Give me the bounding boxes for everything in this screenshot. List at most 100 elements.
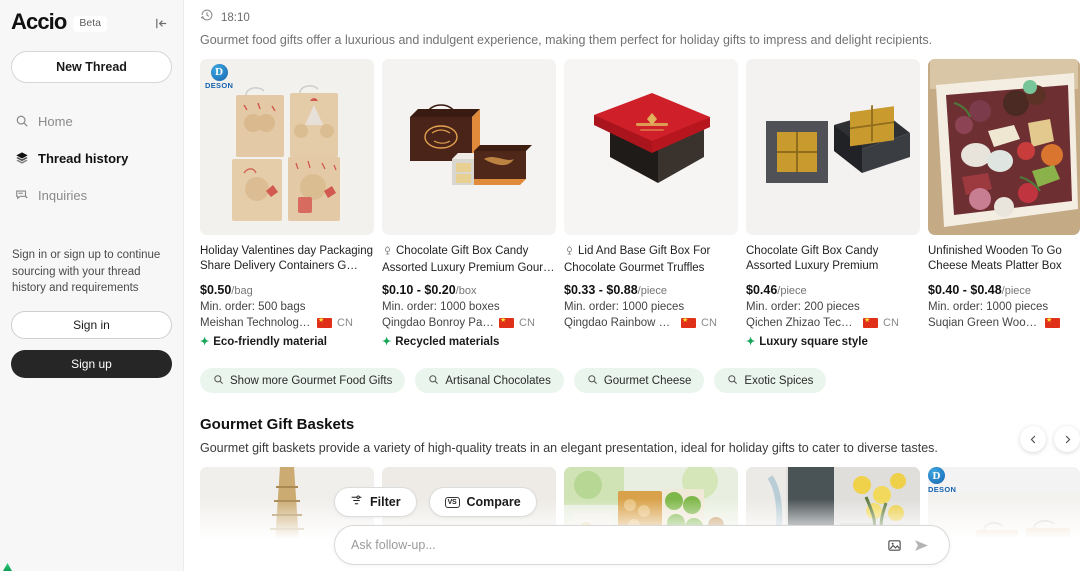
image-icon[interactable] (883, 538, 905, 553)
supplier-name: Suqian Green Wooden … (928, 317, 1040, 329)
product-card[interactable]: Unfinished Wooden To Go Cheese Meats Pla… (928, 59, 1080, 348)
content-scroll-area[interactable]: 18:10 Gourmet food gifts offer a luxurio… (184, 0, 1080, 571)
product-moq: Min. order: 500 bags (200, 301, 306, 313)
collapse-left-icon[interactable] (150, 12, 172, 34)
chip-gourmet-cheese[interactable]: Gourmet Cheese (573, 368, 705, 393)
product-card[interactable]: Lid And Base Gift Box For Chocolate Gour… (564, 59, 738, 348)
sidebar-item-label: Inquiries (38, 187, 88, 203)
beta-badge: Beta (73, 16, 108, 32)
product-image[interactable] (928, 59, 1080, 235)
chip-show-more-gourmet-food-gifts[interactable]: Show more Gourmet Food Gifts (200, 368, 406, 393)
product-image[interactable] (746, 59, 920, 235)
chip-label: Artisanal Chocolates (445, 374, 551, 387)
product-card[interactable]: Chocolate Gift Box Candy Assorted Luxury… (746, 59, 920, 348)
ask-followup-input[interactable] (351, 538, 883, 552)
product-image[interactable] (564, 59, 738, 235)
filter-button[interactable]: Filter (334, 487, 417, 517)
sidebar-item-inquiries[interactable]: Inquiries (11, 179, 172, 211)
section-title: Gourmet Gift Baskets (200, 416, 355, 433)
product-supplier: Suqian Green Wooden … (928, 316, 1080, 329)
cn-flag-icon (317, 316, 332, 328)
deson-logo-icon: D (210, 64, 228, 81)
sparkle-icon: ✦ (200, 335, 210, 348)
sign-up-button[interactable]: Sign up (11, 350, 172, 379)
product-title[interactable]: Unfinished Wooden To Go Cheese Meats Pla… (928, 244, 1080, 275)
sidebar-item-label: Home (38, 113, 73, 129)
compare-label: Compare (466, 495, 521, 509)
new-thread-button[interactable]: New Thread (11, 51, 172, 83)
brand-name: Accio (11, 9, 67, 35)
product-tag-label: Eco-friendly material (213, 336, 327, 348)
chocolate-box-illustration (382, 59, 556, 235)
send-icon[interactable] (909, 537, 933, 554)
product-tag: ✦ Luxury square style (746, 336, 920, 348)
supplier-name: Qingdao Bonroy Packa… (382, 317, 494, 329)
chevron-left-icon[interactable] (1020, 426, 1046, 452)
product-image[interactable]: D DESON (200, 59, 374, 235)
chevron-right-icon[interactable] (1054, 426, 1080, 452)
compare-button[interactable]: VS Compare (428, 487, 537, 517)
chip-label: Exotic Spices (744, 374, 814, 387)
main-content: 18:10 Gourmet food gifts offer a luxurio… (184, 0, 1080, 571)
product-tag: ✦ Eco-friendly material (200, 336, 374, 348)
country-code: CN (519, 317, 535, 329)
chip-label: Gourmet Cheese (603, 374, 692, 387)
sidebar-item-home[interactable]: Home (11, 105, 172, 137)
sidebar-nav: Home Thread history Inquiries (11, 105, 172, 211)
cn-flag-icon (499, 316, 514, 328)
product-price: $0.46/piece (746, 283, 920, 297)
lead-description: Gourmet food gifts offer a luxurious and… (200, 33, 933, 47)
deson-watermark: D DESON (205, 64, 233, 90)
country-code: CN (337, 317, 353, 329)
deson-label: DESON (205, 81, 234, 90)
fsc-icon (564, 245, 575, 261)
product-moq: Min. order: 200 pieces (746, 301, 860, 313)
charcuterie-platter-illustration (928, 59, 1080, 235)
product-title[interactable]: Holiday Valentines day Packaging Share D… (200, 244, 374, 275)
price-value: $0.40 - $0.48 (928, 283, 1002, 297)
chip-label: Show more Gourmet Food Gifts (230, 374, 393, 387)
product-supplier: Qingdao Rainbow Pac… CN (564, 316, 738, 329)
brand-logo: Accio Beta (3, 9, 108, 571)
search-icon (428, 374, 439, 388)
price-value: $0.33 - $0.88 (564, 283, 638, 297)
product-title[interactable]: Chocolate Gift Box Candy Assorted Luxury… (746, 244, 920, 275)
product-tag-label: Luxury square style (759, 336, 868, 348)
country-code: CN (883, 317, 899, 329)
deson-watermark: D DESON (928, 467, 1080, 494)
sign-in-button[interactable]: Sign in (11, 311, 172, 340)
section-description: Gourmet gift baskets provide a variety o… (200, 441, 938, 455)
kraft-bags-illustration (928, 494, 1080, 557)
price-value: $0.10 - $0.20 (382, 283, 456, 297)
chip-exotic-spices[interactable]: Exotic Spices (714, 368, 827, 393)
product-carousel: D DESON Holiday Valentines day Packaging… (200, 59, 1080, 348)
timestamp-text: 18:10 (221, 11, 250, 24)
country-code: CN (701, 317, 717, 329)
timestamp-row: 18:10 (200, 0, 1080, 26)
product-title-text: Chocolate Gift Box Candy Assorted Luxury… (382, 245, 555, 275)
product-moq: Min. order: 1000 boxes (382, 301, 500, 313)
product-supplier: Qichen Zhizao Technol… CN (746, 316, 920, 329)
product-card[interactable]: D DESON Holiday Valentines day Packaging… (200, 59, 374, 348)
product-title-text: Lid And Base Gift Box For Chocolate Gour… (564, 245, 711, 275)
product-price: $0.10 - $0.20/box (382, 283, 556, 297)
product-moq: Min. order: 1000 pieces (928, 301, 1049, 313)
chip-artisanal-chocolates[interactable]: Artisanal Chocolates (415, 368, 564, 393)
supplier-name: Qingdao Rainbow Pac… (564, 317, 676, 329)
history-clock-icon (200, 8, 214, 27)
product-card[interactable]: Chocolate Gift Box Candy Assorted Luxury… (382, 59, 556, 348)
ask-followup-bar[interactable] (334, 525, 950, 565)
sidebar-item-thread-history[interactable]: Thread history (11, 142, 172, 174)
sidebar: Accio Beta New Thread Home Thread histor… (0, 0, 184, 571)
product-title[interactable]: Lid And Base Gift Box For Chocolate Gour… (564, 244, 738, 275)
fsc-icon (382, 245, 393, 261)
product-supplier: Meishan Technology H… CN (200, 316, 374, 329)
vs-icon: VS (444, 496, 460, 508)
search-icon (14, 114, 29, 129)
product-image[interactable] (382, 59, 556, 235)
product-supplier: Qingdao Bonroy Packa… CN (382, 316, 556, 329)
product-title[interactable]: Chocolate Gift Box Candy Assorted Luxury… (382, 244, 556, 275)
product-image[interactable]: D DESON (928, 467, 1080, 557)
black-square-box-illustration (746, 59, 920, 235)
supplier-name: Meishan Technology H… (200, 317, 312, 329)
